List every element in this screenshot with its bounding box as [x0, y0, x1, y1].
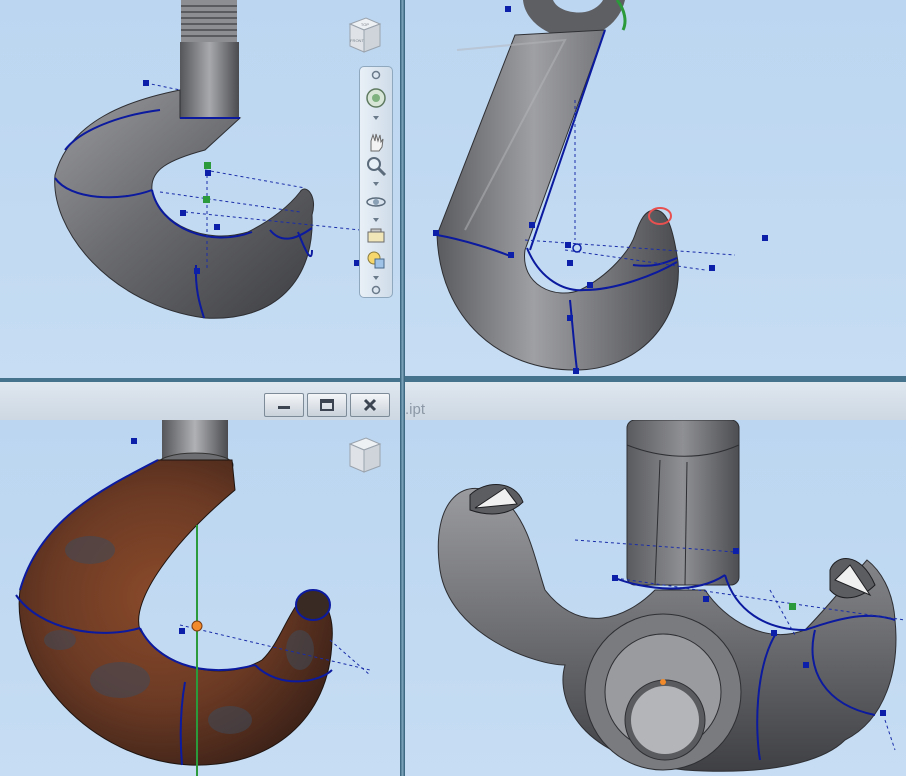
center-bore-face [631, 686, 699, 754]
maximize-icon [320, 399, 334, 411]
hook-body [54, 89, 314, 319]
look-at-icon[interactable] [365, 225, 387, 247]
shank [180, 42, 239, 118]
viewport-bottom-right[interactable] [405, 420, 906, 776]
viewcube-front-label: FRONT [350, 38, 364, 43]
steering-wheel-icon[interactable] [365, 87, 387, 109]
steering-dropdown-icon[interactable] [371, 113, 381, 123]
maximize-button[interactable] [307, 393, 347, 417]
document-titlebar-left [0, 382, 400, 421]
minimize-button[interactable] [264, 393, 304, 417]
hook-model-side[interactable] [405, 0, 906, 376]
viewcube-icon-bottom[interactable] [344, 434, 384, 478]
viewport-top-left[interactable]: TOP FRONT [0, 0, 400, 378]
double-hook-model[interactable] [405, 420, 906, 776]
navigation-bar [359, 66, 393, 298]
hook-model-shaded[interactable] [0, 0, 400, 378]
tip-face [295, 589, 331, 621]
viewport-top-right[interactable] [405, 0, 906, 376]
document-title: .ipt [405, 401, 426, 418]
document-titlebar-right: .ipt [405, 382, 906, 421]
minimize-icon [278, 406, 290, 409]
hook-shank-body [436, 29, 679, 371]
view-face-icon[interactable] [365, 249, 387, 271]
rusted-hook-body [18, 459, 333, 766]
hook-model-textured[interactable] [0, 420, 400, 776]
viewcube-icon[interactable]: TOP FRONT [344, 14, 384, 58]
navbar-customize-icon[interactable] [371, 285, 381, 295]
navbar-close-icon[interactable] [371, 70, 381, 80]
center-point[interactable] [572, 243, 582, 253]
view-dropdown-icon[interactable] [371, 273, 381, 283]
pan-icon[interactable] [365, 131, 387, 153]
zoom-icon[interactable] [365, 155, 387, 177]
viewcube-top-label: TOP [361, 22, 369, 27]
orange-point-br[interactable] [660, 679, 666, 685]
close-icon [363, 398, 377, 412]
viewport-bottom-left[interactable] [0, 420, 400, 776]
green-point-br[interactable] [789, 603, 796, 610]
orange-point[interactable] [191, 620, 203, 632]
close-button[interactable] [350, 393, 390, 417]
orbit-icon[interactable] [365, 191, 387, 213]
orbit-dropdown-icon[interactable] [371, 215, 381, 225]
zoom-dropdown-icon[interactable] [371, 179, 381, 189]
double-hook-shank [626, 420, 740, 586]
